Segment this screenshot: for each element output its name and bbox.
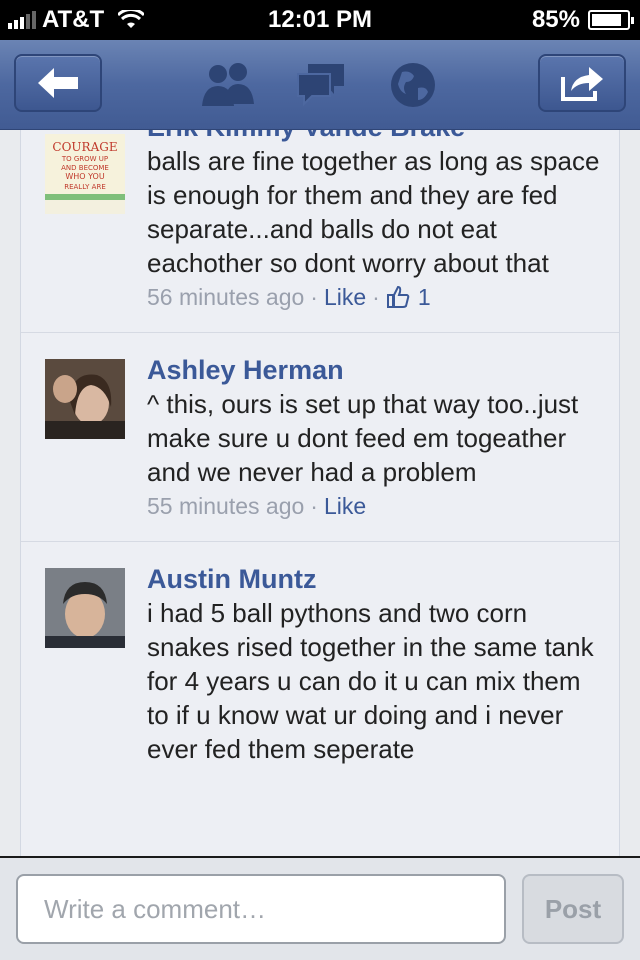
courage-poster-image: COURAGE TO GROW UP AND BECOME WHO YOU RE… [45, 134, 125, 200]
battery-icon [588, 10, 634, 30]
friends-icon[interactable] [198, 60, 258, 110]
comment-compose-bar: Write a comment… Post [0, 856, 640, 960]
post-button[interactable]: Post [522, 874, 624, 944]
svg-text:WHO YOU: WHO YOU [65, 172, 105, 181]
comments-feed[interactable]: COURAGE TO GROW UP AND BECOME WHO YOU RE… [20, 130, 620, 856]
share-icon [561, 67, 603, 101]
share-button[interactable] [538, 54, 626, 112]
thumbs-up-icon [386, 285, 410, 308]
comment-item: COURAGE TO GROW UP AND BECOME WHO YOU RE… [21, 130, 619, 333]
like-count: 1 [417, 284, 431, 310]
back-arrow-icon [38, 68, 78, 98]
commenter-name[interactable]: Erik Kimmy Vande Brake [147, 130, 603, 144]
avatar[interactable] [45, 359, 125, 439]
profile-photo [45, 568, 125, 648]
svg-text:COURAGE: COURAGE [52, 140, 117, 154]
comment-timestamp: 56 minutes ago [147, 284, 305, 310]
comment-text: balls are fine together as long as space… [147, 146, 600, 278]
like-button[interactable]: Like [324, 489, 366, 523]
comment-meta: 56 minutes ago · Like · 1 [147, 280, 603, 332]
comment-text: i had 5 ball pythons and two corn snakes… [147, 598, 594, 764]
comment-input[interactable]: Write a comment… [16, 874, 506, 944]
messages-icon[interactable] [294, 60, 348, 110]
comment-text: ^ this, ours is set up that way too..jus… [147, 389, 579, 487]
avatar[interactable]: COURAGE TO GROW UP AND BECOME WHO YOU RE… [45, 134, 125, 214]
comment-timestamp: 55 minutes ago [147, 493, 305, 519]
svg-text:REALLY ARE: REALLY ARE [64, 183, 106, 191]
navigation-bar [0, 40, 640, 130]
avatar[interactable] [45, 568, 125, 648]
svg-text:AND BECOME: AND BECOME [61, 164, 109, 172]
comment-item: Austin Muntz i had 5 ball pythons and tw… [21, 542, 619, 766]
globe-icon[interactable] [388, 60, 438, 110]
comment-meta: 55 minutes ago · Like [147, 489, 603, 541]
comment-item: Ashley Herman ^ this, ours is set up tha… [21, 333, 619, 542]
commenter-name[interactable]: Ashley Herman [147, 353, 603, 387]
like-button[interactable]: Like [324, 280, 366, 314]
svg-text:TO GROW UP: TO GROW UP [61, 155, 108, 163]
back-button[interactable] [14, 54, 102, 112]
commenter-name[interactable]: Austin Muntz [147, 562, 603, 596]
status-bar: AT&T 12:01 PM 85% [0, 0, 640, 40]
battery-percent: 85% [531, 6, 580, 33]
profile-photo [45, 359, 125, 439]
